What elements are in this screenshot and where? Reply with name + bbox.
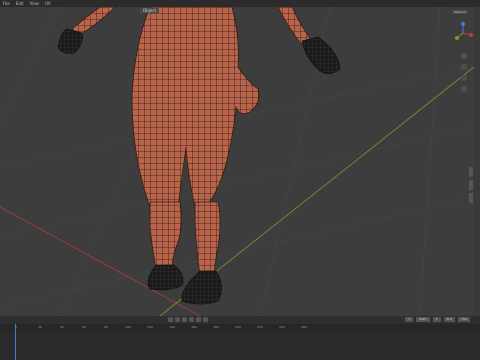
mesh-left-hand[interactable] <box>57 28 83 54</box>
ruler-tick: 60 <box>82 325 86 329</box>
x-axis-icon[interactable] <box>469 33 473 37</box>
menu-item-file[interactable]: File <box>3 1 10 6</box>
ruler-tick: 240 <box>279 325 285 329</box>
ruler-tick: 80 <box>104 325 108 329</box>
jump-start-icon[interactable] <box>168 317 173 322</box>
step-forward-icon[interactable] <box>196 317 201 322</box>
timeline-header: 1 Start 1 End 250 <box>0 316 480 324</box>
menu-item-view[interactable]: View <box>29 1 39 6</box>
menu-item-uv[interactable]: UV <box>45 1 51 6</box>
play-icon[interactable] <box>189 317 194 322</box>
ruler-tick: 160 <box>191 325 197 329</box>
z-axis-icon[interactable] <box>461 22 465 26</box>
top-menu-bar: File Edit View UV <box>0 0 480 7</box>
ruler-tick: 200 <box>235 325 241 329</box>
ruler-tick: 120 <box>147 325 153 329</box>
ruler-tick: 40 <box>60 325 64 329</box>
sidebar-tabs <box>468 167 474 203</box>
ruler-tick: 100 <box>125 325 131 329</box>
viewport-nav-tools <box>461 53 467 92</box>
mesh-left-foot[interactable] <box>147 264 184 291</box>
mesh-torso[interactable] <box>131 7 260 208</box>
ruler-tick: 220 <box>257 325 263 329</box>
current-frame-field[interactable]: 1 <box>405 317 414 322</box>
play-reverse-icon[interactable] <box>182 317 187 322</box>
menu-item-edit[interactable]: Edit <box>16 1 24 6</box>
playback-controls <box>168 317 208 322</box>
options-button[interactable]: Options <box>452 10 468 14</box>
jump-end-icon[interactable] <box>203 317 208 322</box>
mesh-left-leg[interactable] <box>149 201 182 270</box>
playhead[interactable] <box>15 324 16 360</box>
mesh-right-foot[interactable] <box>181 270 222 305</box>
mesh-right-hand[interactable] <box>301 36 341 74</box>
zoom-icon[interactable] <box>461 53 467 59</box>
y-axis-icon[interactable] <box>455 36 459 40</box>
end-label: End <box>443 317 456 322</box>
sidebar-tab-view[interactable] <box>469 193 473 203</box>
sidebar-tab-tool[interactable] <box>469 180 473 190</box>
frame-fields: 1 Start 1 End 250 <box>405 317 470 322</box>
main-menu: File Edit View UV <box>0 1 51 6</box>
sidebar-tab-item[interactable] <box>469 167 473 177</box>
pan-icon[interactable] <box>461 64 467 70</box>
end-frame-field[interactable]: 250 <box>458 317 470 322</box>
step-back-icon[interactable] <box>175 317 180 322</box>
ruler-tick: 140 <box>169 325 175 329</box>
start-frame-field[interactable]: 1 <box>432 317 441 322</box>
mesh-left-arm[interactable] <box>71 7 116 36</box>
ruler-tick: 260 <box>301 325 307 329</box>
mesh-right-leg[interactable] <box>194 201 221 276</box>
ruler-tick: 180 <box>213 325 219 329</box>
3d-viewport[interactable]: Object Options <box>0 7 474 316</box>
timeline-body[interactable] <box>0 331 480 360</box>
grid-icon[interactable] <box>461 86 467 92</box>
ruler-tick: 20 <box>38 325 42 329</box>
timeline-ruler[interactable]: 0 20 40 60 80 100 120 140 160 180 200 22… <box>0 324 480 331</box>
mode-selector[interactable]: Object <box>140 8 160 13</box>
start-label: Start <box>416 317 430 322</box>
viewport-header: Object <box>140 7 474 14</box>
navigation-gizmo[interactable] <box>452 21 474 47</box>
viewport-scene <box>0 7 474 316</box>
camera-icon[interactable] <box>461 75 467 81</box>
